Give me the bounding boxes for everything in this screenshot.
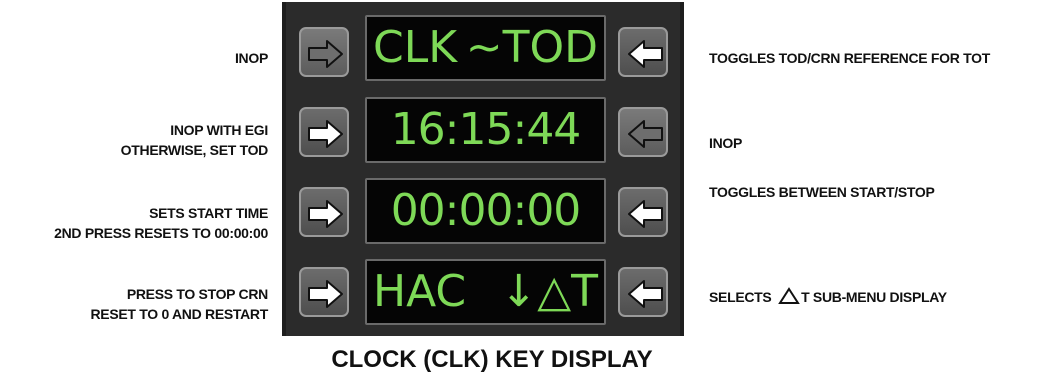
- arrow-right-icon: [308, 40, 343, 68]
- display-row-2: 16:15:44: [365, 97, 606, 163]
- display-row-4-left-text: HAC: [373, 266, 467, 317]
- right-label-row-2: INOP: [709, 133, 742, 153]
- left-label-row-2-line-1: INOP WITH EGI: [170, 122, 268, 138]
- right-label-row-3: TOGGLES BETWEEN START/STOP: [709, 182, 935, 202]
- line-select-key-right-2[interactable]: [618, 107, 668, 157]
- arrow-left-icon: [628, 120, 663, 148]
- line-select-key-right-3[interactable]: [618, 187, 668, 237]
- arrow-right-icon: [308, 200, 343, 228]
- line-select-key-left-1[interactable]: [299, 27, 349, 77]
- left-label-row-4: PRESS TO STOP CRN RESET TO 0 AND RESTART: [91, 284, 269, 324]
- left-label-row-1-line-1: INOP: [234, 50, 268, 66]
- line-select-key-right-1[interactable]: [618, 27, 668, 77]
- right-label-row-4-suffix: T SUB-MENU DISPLAY: [801, 289, 947, 305]
- left-label-row-4-line-1: PRESS TO STOP CRN: [126, 286, 268, 302]
- line-select-key-left-4[interactable]: [299, 267, 349, 317]
- right-label-row-1-line-1: TOGGLES TOD/CRN REFERENCE FOR TOT: [709, 50, 991, 66]
- display-row-2-text: 16:15:44: [390, 104, 582, 155]
- right-label-row-3-line-1: TOGGLES BETWEEN START/STOP: [709, 184, 935, 200]
- left-label-row-2-line-2: OTHERWISE, SET TOD: [120, 142, 269, 158]
- display-row-1-left-text: CLK: [373, 22, 458, 73]
- arrow-left-icon: [628, 40, 663, 68]
- right-label-row-1: TOGGLES TOD/CRN REFERENCE FOR TOT: [709, 48, 990, 68]
- arrow-left-icon: [628, 280, 663, 308]
- line-select-key-left-3[interactable]: [299, 187, 349, 237]
- left-label-row-3-line-2: 2ND PRESS RESETS TO 00:00:00: [54, 225, 268, 241]
- left-label-row-3: SETS START TIME 2ND PRESS RESETS TO 00:0…: [54, 203, 268, 243]
- left-label-row-4-line-2: RESET TO 0 AND RESTART: [90, 306, 269, 322]
- right-label-row-2-line-1: INOP: [709, 135, 743, 151]
- arrow-right-icon: [308, 280, 343, 308]
- right-label-row-4: SELECTS T SUB-MENU DISPLAY: [709, 287, 947, 307]
- panel-edge-left: [282, 2, 286, 336]
- display-row-1: CLK ~TOD: [365, 15, 606, 81]
- arrow-right-icon: [308, 120, 343, 148]
- left-label-row-3-line-1: SETS START TIME: [149, 205, 268, 221]
- arrow-left-icon: [628, 200, 663, 228]
- delta-triangle-icon: [778, 287, 800, 304]
- right-label-row-4-prefix: SELECTS: [709, 289, 772, 305]
- display-row-4-right-text: ↓△T: [500, 266, 598, 317]
- display-row-4: HAC ↓△T: [365, 259, 606, 325]
- panel-edge-right: [680, 2, 684, 336]
- display-row-3-text: 00:00:00: [390, 185, 582, 236]
- line-select-key-left-2[interactable]: [299, 107, 349, 157]
- figure-title: CLOCK (CLK) KEY DISPLAY: [331, 346, 653, 373]
- display-row-1-right-text: ~TOD: [465, 22, 598, 73]
- display-row-3: 00:00:00: [365, 178, 606, 244]
- left-label-row-2: INOP WITH EGI OTHERWISE, SET TOD: [120, 120, 269, 160]
- line-select-key-right-4[interactable]: [618, 267, 668, 317]
- left-label-row-1: INOP: [235, 48, 268, 68]
